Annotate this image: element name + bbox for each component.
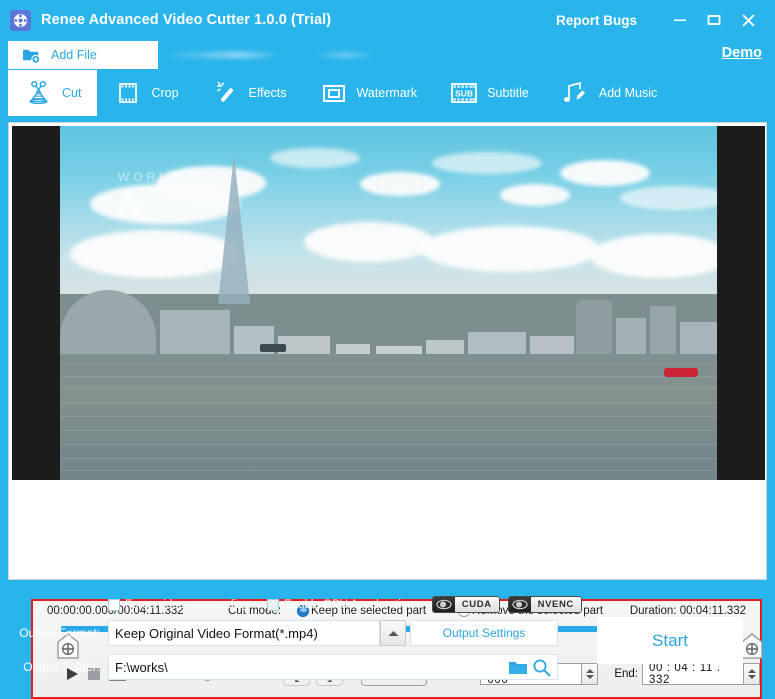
tab-add-music-label: Add Music — [598, 86, 658, 100]
cuda-badge: CUDA — [431, 596, 500, 613]
gpu-accel-checkbox[interactable] — [267, 598, 280, 611]
add-file-row: Add File Demo — [0, 40, 775, 70]
main-panel: WORLD A 00:00:00.000/00:04:11.332 Cut mo… — [8, 122, 767, 699]
city-skyline — [60, 276, 717, 362]
tab-add-music[interactable]: Add Music — [545, 70, 673, 116]
video-watermark-line2: A — [116, 184, 142, 222]
scissors-icon — [24, 79, 54, 107]
nvidia-eye-icon-2 — [508, 597, 531, 612]
sky-region — [60, 126, 717, 294]
tab-effects[interactable]: Effects — [195, 70, 303, 116]
video-preview[interactable]: WORLD A — [12, 126, 765, 480]
force-reencode-checkbox[interactable] — [108, 598, 120, 611]
tab-watermark[interactable]: Watermark — [303, 70, 434, 116]
tab-watermark-label: Watermark — [356, 86, 418, 100]
output-format-label: Output Format: — [19, 626, 100, 640]
video-watermark-line1: WORLD — [118, 170, 183, 184]
svg-text:SUB: SUB — [455, 89, 473, 99]
film-frame-icon — [113, 80, 143, 106]
square-frame-icon — [319, 80, 349, 106]
demo-link[interactable]: Demo — [722, 45, 762, 61]
add-folder-icon — [22, 47, 41, 64]
app-title: Renee Advanced Video Cutter 1.0.0 (Trial… — [41, 12, 332, 28]
report-bugs-link[interactable]: Report Bugs — [556, 13, 637, 28]
boat-red — [664, 368, 698, 377]
output-folder-field[interactable]: F:\works\ — [108, 654, 558, 680]
magic-wand-icon — [211, 80, 241, 106]
add-file-button[interactable]: Add File — [8, 41, 158, 69]
blurred-file-path — [170, 46, 400, 64]
nvenc-badge: NVENC — [507, 596, 582, 613]
output-settings-button[interactable]: Output Settings — [410, 620, 558, 646]
river-water — [60, 354, 717, 480]
search-icon[interactable] — [532, 658, 551, 680]
output-format-input[interactable]: Keep Original Video Format(*.mp4) — [108, 620, 380, 646]
encoding-options-row: Force video re-encoding Enable GPU Accel… — [108, 596, 590, 613]
tab-effects-label: Effects — [248, 86, 287, 100]
tab-cut[interactable]: Cut — [8, 70, 98, 116]
maximize-button[interactable] — [697, 3, 731, 37]
tab-subtitle[interactable]: SUB Subtitle — [433, 70, 545, 116]
tab-subtitle-label: Subtitle — [487, 86, 529, 100]
output-format-dropdown-button[interactable] — [380, 620, 406, 646]
nvidia-eye-icon — [432, 597, 455, 612]
output-folder-label: Output Folder: — [23, 660, 100, 674]
tab-bar: Cut Crop Effects Watermark SUB Subtitle … — [0, 70, 775, 116]
boat-dark — [260, 344, 286, 352]
cuda-badge-label: CUDA — [454, 597, 499, 612]
folder-actions — [508, 658, 551, 680]
nvenc-badge-label: NVENC — [530, 597, 581, 612]
minimize-button[interactable] — [663, 3, 697, 37]
music-note-pencil-icon — [561, 80, 591, 106]
add-file-label: Add File — [51, 48, 97, 62]
folder-icon[interactable] — [508, 659, 528, 679]
start-button[interactable]: Start — [597, 617, 743, 664]
chevron-up-icon — [388, 624, 399, 642]
gpu-accel-label: Enable GPU Acceleration — [284, 598, 414, 611]
title-bar: Renee Advanced Video Cutter 1.0.0 (Trial… — [0, 0, 775, 40]
app-logo-icon — [10, 9, 31, 31]
tab-cut-label: Cut — [62, 86, 82, 100]
tab-crop-label: Crop — [151, 86, 179, 100]
force-reencode-label: Force video re-encoding — [125, 598, 250, 611]
close-button[interactable] — [731, 3, 765, 37]
output-folder-value: F:\works\ — [115, 659, 168, 675]
tab-crop[interactable]: Crop — [97, 70, 194, 116]
sub-film-icon: SUB — [449, 81, 479, 105]
video-frame: WORLD A — [60, 126, 717, 480]
